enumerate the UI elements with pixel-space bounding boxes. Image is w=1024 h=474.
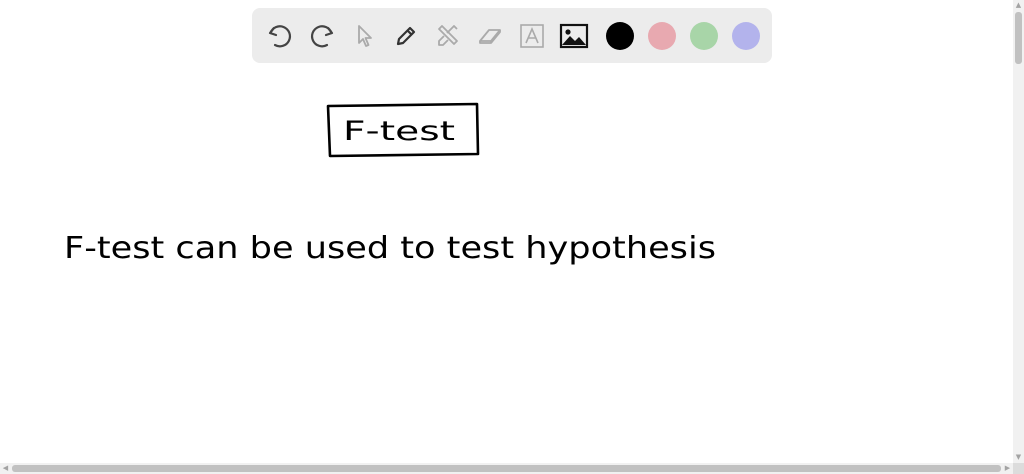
vertical-scrollbar[interactable]: ▲ ▼: [1013, 0, 1024, 463]
scroll-right-arrow-icon[interactable]: ▶: [1002, 463, 1013, 474]
ink-layer: F-test F-test can be used to test hypoth…: [64, 102, 716, 266]
horizontal-scroll-thumb[interactable]: [12, 465, 1001, 472]
scroll-up-arrow-icon[interactable]: ▲: [1013, 0, 1024, 11]
scroll-down-arrow-icon[interactable]: ▼: [1013, 452, 1024, 463]
horizontal-scrollbar[interactable]: ◀ ▶: [0, 463, 1013, 474]
scrollbar-corner: [1013, 463, 1024, 474]
whiteboard-canvas[interactable]: F-test F-test can be used to test hypoth…: [0, 0, 1013, 463]
vertical-scroll-thumb[interactable]: [1015, 12, 1022, 64]
scroll-left-arrow-icon[interactable]: ◀: [0, 463, 11, 474]
body-handwritten-text: F-test can be used to test hypothesis: [64, 231, 716, 266]
title-box-text: F-test: [343, 116, 455, 147]
